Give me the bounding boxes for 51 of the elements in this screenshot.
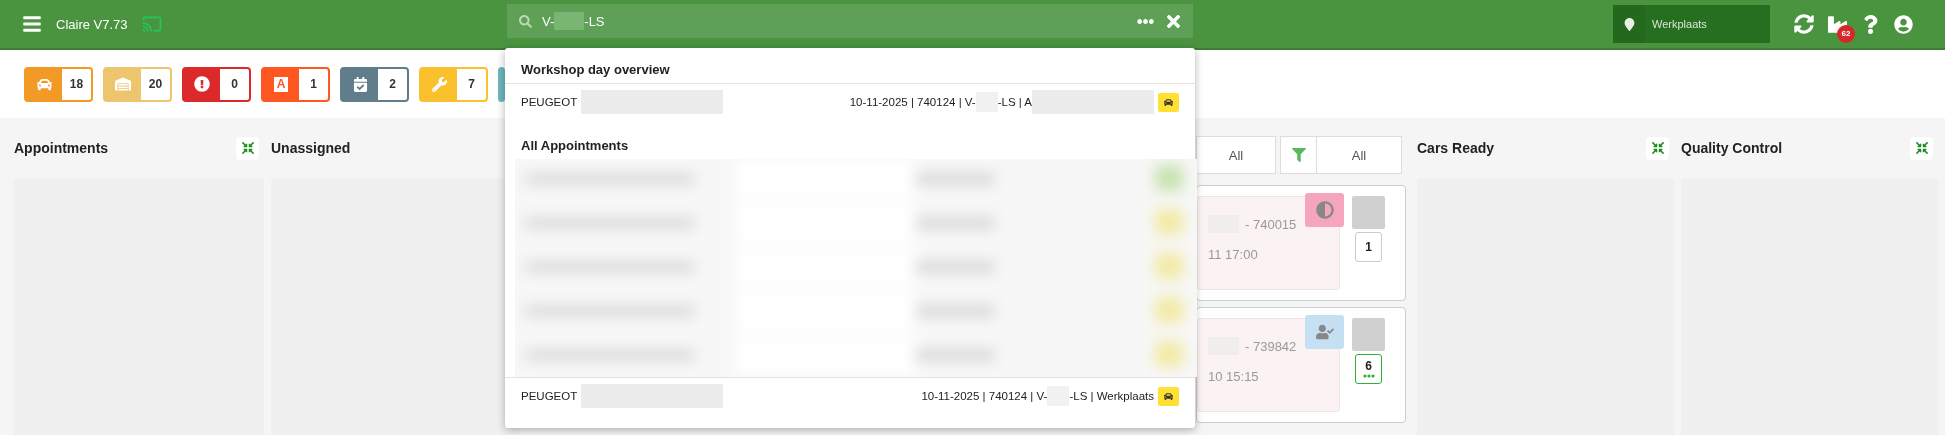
avatar <box>1352 196 1385 229</box>
compress-arrows-icon <box>1651 142 1664 154</box>
task-count: 6 <box>1355 354 1382 384</box>
calendar-check-icon <box>352 76 368 92</box>
help-icon[interactable] <box>1861 14 1880 34</box>
user-icon[interactable] <box>1894 14 1913 34</box>
column-title: Appointments <box>14 140 109 156</box>
avatar <box>1352 318 1385 351</box>
status-badge[interactable]: 20 <box>103 66 172 102</box>
car-icon <box>1158 386 1179 406</box>
section-title: Workshop day overview <box>520 61 671 79</box>
task-count: 1 <box>1355 232 1382 262</box>
app-title: Claire V7.73 <box>56 16 128 32</box>
letter-icon: A <box>274 76 288 92</box>
car-icon <box>1158 92 1179 112</box>
refresh-icon[interactable] <box>1794 14 1814 34</box>
order-number: - 740015 <box>1245 216 1297 232</box>
menu-icon[interactable] <box>22 14 42 34</box>
status-badge[interactable]: 7 <box>419 66 488 102</box>
appointment-card[interactable]: - 740015 11 17:00 1 <box>1196 185 1406 301</box>
appointment-time: 11 17:00 <box>1208 247 1258 262</box>
filter-dropdown[interactable]: All <box>1196 136 1276 174</box>
appointment-time: 10 15:15 <box>1208 369 1259 384</box>
status-badge[interactable]: 2 <box>340 66 409 102</box>
dots-icon <box>1362 374 1375 378</box>
garage-icon <box>115 76 131 92</box>
car-icon <box>36 76 52 92</box>
redacted-block <box>554 12 585 30</box>
alert-icon <box>194 76 210 92</box>
section-title: All Appointments <box>520 137 630 155</box>
order-number: - 739842 <box>1245 338 1297 354</box>
status-badge[interactable]: 0 <box>182 66 251 102</box>
search-icon <box>519 14 532 28</box>
wrench-icon <box>431 76 447 92</box>
appointment-card[interactable]: - 739842 10 15:15 6 <box>1196 307 1406 423</box>
collapse-button[interactable] <box>236 136 259 160</box>
notification-count: 62 <box>1837 24 1855 43</box>
collapse-button[interactable] <box>1646 136 1669 160</box>
compress-arrows-icon <box>241 142 254 154</box>
column-title: Quality Control <box>1681 140 1783 156</box>
column-title: Unassigned <box>271 140 351 156</box>
status-badge[interactable]: 18 <box>24 66 93 102</box>
location-selector[interactable]: Werkplaats <box>1613 5 1770 43</box>
status-badge[interactable]: A 1 <box>261 66 330 102</box>
search-result[interactable]: PEUGEOT 10-11-2025 | 740124 | V- -LS | A <box>505 84 1195 124</box>
filter-dropdown[interactable]: All <box>1280 136 1402 174</box>
pin-icon <box>1613 5 1645 43</box>
compress-arrows-icon <box>1915 142 1928 154</box>
search-result[interactable]: PEUGEOT 10-11-2025 | 740124 | V- -LS | Werkplaats <box>505 378 1195 418</box>
column-title: Cars Ready <box>1417 140 1495 156</box>
collapse-button[interactable] <box>1910 136 1933 160</box>
